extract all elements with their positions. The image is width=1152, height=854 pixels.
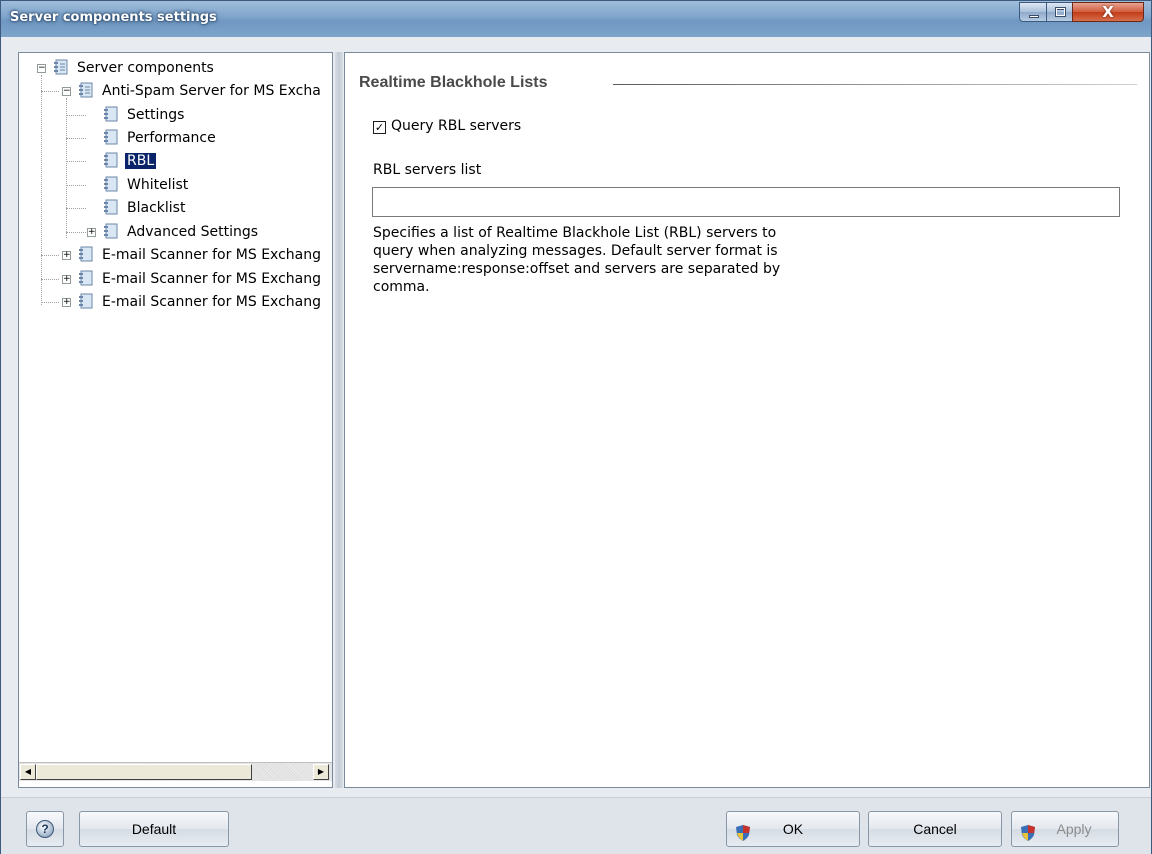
settings-page-icon	[78, 246, 94, 262]
settings-page-icon	[103, 152, 119, 168]
tree-item-label: Whitelist	[127, 177, 189, 193]
tree-expand-toggle[interactable]: +	[87, 228, 96, 237]
tree-item-label: RBL	[125, 153, 157, 169]
rbl-description: Specifies a list of Realtime Blackhole L…	[373, 225, 781, 295]
tree-item-label: Performance	[127, 130, 216, 146]
tree-connector	[66, 161, 86, 162]
tree-expand-toggle[interactable]: +	[62, 298, 71, 307]
close-button[interactable]: X	[1072, 2, 1144, 22]
title-bar[interactable]: Server components settings X	[1, 1, 1151, 37]
tree-connector	[41, 279, 59, 280]
minimize-icon	[1029, 15, 1039, 18]
shield-icon	[735, 820, 751, 841]
query-rbl-checkbox[interactable]: ✓	[373, 121, 386, 134]
maximize-icon	[1055, 7, 1066, 17]
tree-item-settings[interactable]: Settings	[103, 105, 186, 125]
settings-window: Server components settings X − Server co…	[0, 0, 1152, 854]
shield-icon	[1020, 820, 1036, 841]
pane-splitter[interactable]	[335, 52, 343, 788]
tree-connector	[66, 208, 86, 209]
settings-page-icon	[103, 176, 119, 192]
window-title: Server components settings	[10, 10, 217, 25]
tree-item-label: Anti-Spam Server for MS Excha	[102, 83, 321, 99]
cancel-button[interactable]: Cancel	[868, 811, 1002, 847]
tree-item-server-components[interactable]: Server components	[53, 58, 216, 78]
maximize-button[interactable]	[1046, 2, 1073, 22]
settings-page-icon	[103, 129, 119, 145]
settings-page-icon	[78, 270, 94, 286]
tree-connector	[41, 75, 42, 305]
scroll-left-button[interactable]: ◀	[20, 764, 36, 780]
settings-content-pane: Realtime Blackhole Lists ✓ Query RBL ser…	[344, 52, 1150, 788]
tree-item-label: E-mail Scanner for MS Exchang	[102, 271, 321, 287]
ok-button[interactable]: OK	[726, 811, 860, 847]
tree-item-email-scanner[interactable]: E-mail Scanner for MS Exchang	[78, 245, 323, 265]
button-bar: ? Default OK Cancel Apply	[1, 797, 1151, 854]
tree-expand-toggle[interactable]: +	[62, 251, 71, 260]
tree-item-anti-spam-server[interactable]: Anti-Spam Server for MS Excha	[78, 81, 323, 101]
apply-button-label: Apply	[1056, 821, 1092, 837]
minimize-button[interactable]	[1019, 2, 1047, 22]
scroll-thumb[interactable]	[36, 764, 252, 780]
tree-item-label: Server components	[77, 60, 214, 76]
settings-page-icon	[78, 82, 94, 98]
section-title: Realtime Blackhole Lists	[359, 74, 548, 91]
section-divider	[613, 84, 1137, 85]
tree-connector	[41, 91, 59, 92]
tree-item-advanced-settings[interactable]: Advanced Settings	[103, 222, 260, 242]
settings-page-icon	[78, 293, 94, 309]
tree-item-label: Settings	[127, 107, 185, 123]
settings-tree[interactable]: − Server components − Anti-Spam Server f…	[18, 52, 333, 788]
tree-item-blacklist[interactable]: Blacklist	[103, 198, 187, 218]
tree-item-label: E-mail Scanner for MS Exchang	[102, 247, 321, 263]
settings-page-icon	[53, 59, 69, 75]
tree-connector	[66, 138, 86, 139]
query-rbl-label[interactable]: Query RBL servers	[391, 118, 521, 134]
tree-connector	[66, 115, 86, 116]
tree-connector	[41, 302, 59, 303]
ok-button-label: OK	[782, 821, 804, 837]
tree-item-whitelist[interactable]: Whitelist	[103, 175, 190, 195]
tree-item-email-scanner[interactable]: E-mail Scanner for MS Exchang	[78, 292, 323, 312]
rbl-servers-list-input[interactable]	[372, 187, 1120, 217]
cancel-button-label: Cancel	[913, 821, 957, 837]
tree-collapse-toggle[interactable]: −	[37, 64, 46, 73]
tree-connector	[41, 255, 59, 256]
tree-item-performance[interactable]: Performance	[103, 128, 218, 148]
tree-connector	[66, 232, 86, 233]
rbl-servers-list-label: RBL servers list	[373, 162, 482, 178]
tree-item-email-scanner[interactable]: E-mail Scanner for MS Exchang	[78, 269, 323, 289]
help-button[interactable]: ?	[26, 811, 64, 847]
tree-item-label: Advanced Settings	[127, 224, 259, 240]
tree-collapse-toggle[interactable]: −	[62, 87, 71, 96]
tree-horizontal-scrollbar[interactable]: ◀ ▶	[19, 762, 332, 781]
tree-item-label: E-mail Scanner for MS Exchang	[102, 294, 321, 310]
settings-page-icon	[103, 223, 119, 239]
tree-item-rbl[interactable]: RBL	[103, 151, 157, 171]
close-icon: X	[1102, 3, 1114, 21]
tree-connector	[66, 98, 67, 238]
default-button-label: Default	[131, 821, 177, 837]
settings-page-icon	[103, 106, 119, 122]
scroll-right-button[interactable]: ▶	[313, 764, 329, 780]
tree-expand-toggle[interactable]: +	[62, 275, 71, 284]
tree-connector	[66, 185, 86, 186]
help-icon: ?	[36, 819, 54, 838]
apply-button[interactable]: Apply	[1011, 811, 1119, 847]
settings-page-icon	[103, 199, 119, 215]
default-button[interactable]: Default	[79, 811, 229, 847]
tree-item-label: Blacklist	[127, 200, 186, 216]
